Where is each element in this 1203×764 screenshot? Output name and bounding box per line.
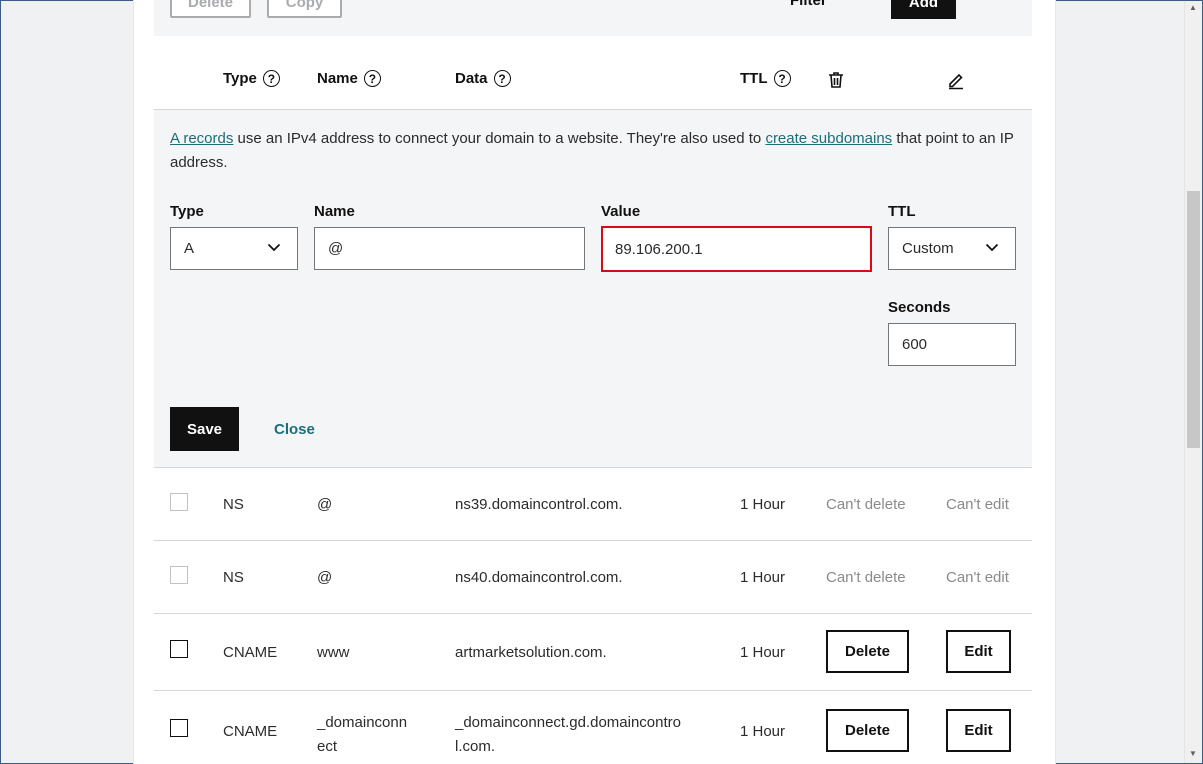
record-data: _domainconnect.gd.domaincontro l.com. (455, 711, 681, 759)
table-row: NS @ ns40.domaincontrol.com. 1 Hour Can'… (154, 541, 1032, 614)
record-name: www (317, 644, 350, 661)
ttl-select[interactable]: Custom (888, 227, 1016, 270)
data-help-icon[interactable]: ? (493, 70, 511, 87)
right-gutter (1054, 1, 1184, 763)
record-data-line: _domainconnect.gd.domaincontro (455, 714, 681, 731)
record-ttl: 1 Hour (740, 496, 786, 513)
edit-record-panel: A records use an IPv4 address to connect… (154, 110, 1032, 468)
pencil-icon (946, 70, 966, 95)
scrollbar-thumb[interactable] (1187, 191, 1200, 448)
bulk-delete-button[interactable]: Delete (170, 0, 251, 18)
seconds-field-label: Seconds (888, 299, 951, 316)
table-row: CNAME _domainconn ect _domainconnect.gd.… (154, 691, 1032, 764)
trash-icon (826, 70, 846, 95)
type-help-icon[interactable]: ? (262, 70, 280, 87)
type-select-value: A (184, 240, 195, 257)
name-input[interactable]: @ (314, 227, 585, 270)
cant-delete-text: Can't delete (826, 569, 906, 586)
record-type: NS (223, 569, 244, 586)
row-checkbox[interactable] (170, 640, 188, 658)
column-header-name-label: Name (317, 70, 358, 87)
description-text-1: use an IPv4 address to connect your doma… (233, 130, 766, 147)
record-name: _domainconn ect (317, 711, 407, 759)
column-header-data: Data ? (455, 70, 511, 87)
record-ttl: 1 Hour (740, 569, 786, 586)
record-description: A records use an IPv4 address to connect… (170, 127, 1020, 175)
value-input-value: 89.106.200.1 (615, 240, 703, 258)
table-row: NS @ ns39.domaincontrol.com. 1 Hour Can'… (154, 468, 1032, 541)
value-field-label: Value (601, 203, 641, 220)
delete-record-button[interactable]: Delete (826, 709, 909, 752)
record-type: NS (223, 496, 244, 513)
record-type: CNAME (223, 644, 278, 661)
seconds-input[interactable]: 600 (888, 323, 1016, 366)
record-data: artmarketsolution.com. (455, 644, 607, 661)
delete-record-button[interactable]: Delete (826, 630, 909, 673)
ttl-field-label: TTL (888, 203, 916, 220)
a-records-link[interactable]: A records (170, 130, 233, 147)
left-gutter (1, 1, 133, 763)
edit-record-button[interactable]: Edit (946, 630, 1011, 673)
record-name: @ (317, 496, 333, 513)
record-name: @ (317, 569, 333, 586)
column-header-type-label: Type (223, 70, 257, 87)
record-data: ns39.domaincontrol.com. (455, 496, 623, 513)
chevron-down-icon (985, 240, 999, 258)
column-header-name: Name ? (317, 70, 381, 87)
record-ttl: 1 Hour (740, 644, 786, 661)
add-record-button[interactable]: Add (891, 0, 956, 19)
column-header-ttl-label: TTL (740, 70, 768, 87)
type-field-label: Type (170, 203, 204, 220)
cant-edit-text: Can't edit (946, 569, 1009, 586)
column-header-type: Type ? (223, 70, 280, 87)
scroll-down-icon[interactable]: ▼ (1189, 749, 1197, 758)
vertical-scrollbar[interactable]: ▲ ▼ (1184, 1, 1202, 763)
ttl-help-icon[interactable]: ? (773, 70, 791, 87)
table-row: CNAME www artmarketsolution.com. 1 Hour … (154, 614, 1032, 691)
type-select[interactable]: A (170, 227, 298, 270)
seconds-input-value: 600 (902, 336, 928, 353)
value-input[interactable]: 89.106.200.1 (601, 226, 872, 272)
column-header-ttl: TTL ? (740, 70, 791, 87)
column-header-data-label: Data (455, 70, 488, 87)
chevron-down-icon (267, 240, 281, 258)
row-checkbox (170, 493, 188, 511)
cant-edit-text: Can't edit (946, 496, 1009, 513)
record-ttl: 1 Hour (740, 723, 786, 740)
scroll-up-icon[interactable]: ▲ (1189, 3, 1197, 12)
row-checkbox (170, 566, 188, 584)
name-help-icon[interactable]: ? (363, 70, 381, 87)
name-field-label: Name (314, 203, 355, 220)
save-button[interactable]: Save (170, 407, 239, 451)
record-data-line: l.com. (455, 738, 496, 755)
cant-delete-text: Can't delete (826, 496, 906, 513)
close-button[interactable]: Close (274, 421, 315, 438)
bulk-copy-button[interactable]: Copy (267, 0, 342, 18)
edit-record-button[interactable]: Edit (946, 709, 1011, 752)
record-name-line: _domainconn (317, 714, 408, 731)
row-checkbox[interactable] (170, 719, 188, 737)
create-subdomains-link[interactable]: create subdomains (765, 130, 892, 147)
ttl-select-value: Custom (902, 240, 954, 257)
filter-button[interactable]: Filter (790, 0, 827, 9)
record-data: ns40.domaincontrol.com. (455, 569, 623, 586)
name-input-value: @ (328, 240, 344, 257)
record-type: CNAME (223, 723, 278, 740)
records-table-header: Type ? Name ? Data ? TTL ? (154, 36, 1032, 110)
record-name-line: ect (317, 738, 338, 755)
